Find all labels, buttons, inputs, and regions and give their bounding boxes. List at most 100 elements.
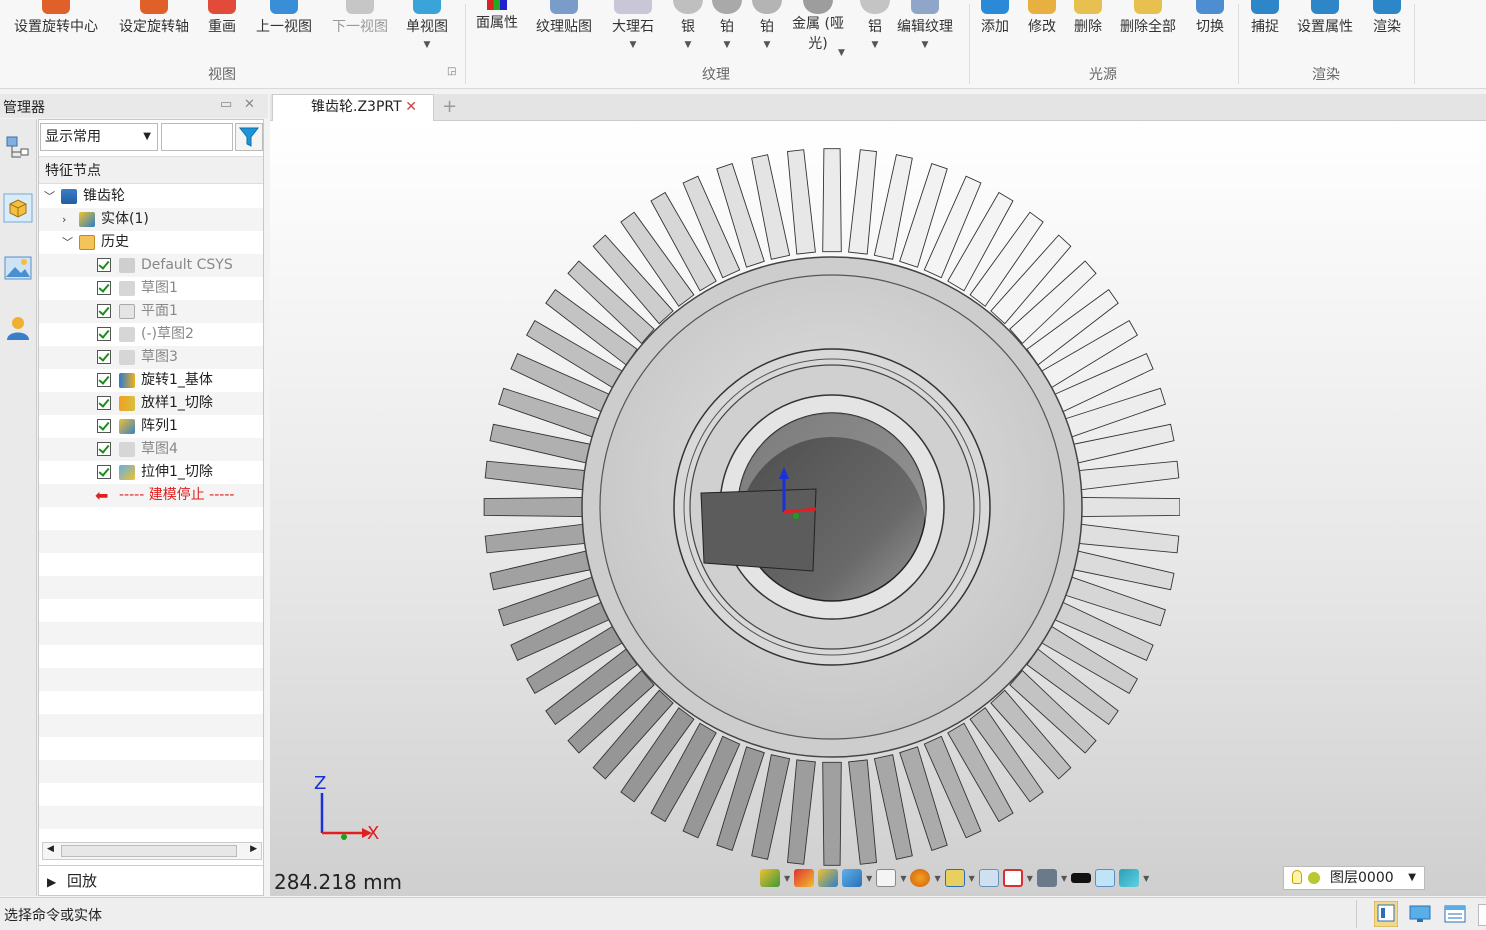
modeling-stop-marker[interactable]: ⬅ ----- 建模停止 ----- bbox=[39, 484, 263, 507]
delete-all-lights-button[interactable]: 删除全部 bbox=[1120, 0, 1176, 62]
visibility-checkbox[interactable] bbox=[97, 281, 111, 295]
scroll-right-icon[interactable]: ▶ bbox=[250, 844, 257, 854]
chevron-down-icon[interactable]: ▼ bbox=[838, 48, 845, 58]
scroll-left-icon[interactable]: ◀ bbox=[47, 844, 54, 854]
tree-node-extrude1-cut[interactable]: 拉伸1_切除 bbox=[39, 461, 263, 484]
layer-manager-icon[interactable] bbox=[1119, 869, 1140, 887]
bevel-gear-model[interactable] bbox=[480, 131, 1180, 871]
monitor-icon[interactable] bbox=[1409, 904, 1431, 924]
chevron-down-icon[interactable]: ▼ bbox=[900, 874, 906, 883]
3d-viewport[interactable]: Z X 284.218 mm ▼ ▼ ▼ ▼ ▼ ▼ ▼ ▼ 图层0000 ▼ bbox=[270, 121, 1486, 896]
scrollbar-thumb[interactable] bbox=[61, 845, 237, 857]
zoom-fit-icon[interactable] bbox=[944, 869, 965, 887]
chevron-down-icon[interactable]: ▼ bbox=[1061, 874, 1067, 883]
tree-node-default-csys[interactable]: Default CSYS bbox=[39, 254, 263, 277]
tree-node-solid[interactable]: › 实体(1) bbox=[39, 208, 263, 231]
window-layout-icon[interactable] bbox=[1444, 904, 1466, 924]
filter-button[interactable] bbox=[235, 123, 263, 151]
chevron-down-icon[interactable]: ▼ bbox=[424, 40, 431, 50]
filter-input[interactable] bbox=[161, 123, 233, 151]
tree-node-plane1[interactable]: 平面1 bbox=[39, 300, 263, 323]
chevron-down-icon[interactable]: ▼ bbox=[872, 40, 879, 50]
color-swatch-icon[interactable] bbox=[1095, 869, 1116, 887]
visibility-checkbox[interactable] bbox=[97, 350, 111, 364]
previous-view-button[interactable]: 上一视图 bbox=[256, 0, 312, 62]
background-color-icon[interactable] bbox=[1071, 873, 1092, 883]
chevron-down-icon[interactable]: ▼ bbox=[934, 874, 940, 883]
set-rotate-axis-button[interactable]: 设定旋转轴 bbox=[119, 0, 189, 62]
layer-select[interactable]: 图层0000 ▼ bbox=[1283, 866, 1425, 890]
filter-select[interactable]: 显示常用 ▼ bbox=[40, 123, 158, 151]
user-icon[interactable] bbox=[3, 313, 33, 343]
set-rotate-center-button[interactable]: 设置旋转中心 bbox=[14, 0, 98, 62]
tree-node-sketch2[interactable]: (-)草图2 bbox=[39, 323, 263, 346]
delete-light-button[interactable]: 删除 bbox=[1074, 0, 1102, 62]
tree-node-history[interactable]: ﹀ 历史 bbox=[39, 231, 263, 254]
redraw-button[interactable]: 重画 bbox=[208, 0, 236, 62]
chevron-right-icon[interactable]: › bbox=[62, 208, 66, 231]
marble-button[interactable]: 大理石 ▼ bbox=[612, 0, 654, 62]
visibility-checkbox[interactable] bbox=[97, 465, 111, 479]
section-icon[interactable] bbox=[1002, 869, 1023, 887]
toggle-light-button[interactable]: 切换 bbox=[1196, 0, 1224, 62]
history-tree-icon[interactable] bbox=[3, 133, 33, 163]
silver-button[interactable]: 银 ▼ bbox=[673, 0, 703, 62]
shaded-icon[interactable] bbox=[842, 869, 863, 887]
visibility-checkbox[interactable] bbox=[97, 373, 111, 387]
add-tab-icon[interactable]: + bbox=[442, 96, 457, 117]
chevron-down-icon[interactable]: ▼ bbox=[969, 874, 975, 883]
set-render-properties-button[interactable]: 设置属性 bbox=[1297, 0, 1353, 62]
chevron-down-icon[interactable]: ﹀ bbox=[44, 185, 55, 208]
next-view-button[interactable]: 下一视图 bbox=[332, 0, 388, 62]
chevron-down-icon[interactable]: ﹀ bbox=[62, 231, 73, 254]
visibility-checkbox[interactable] bbox=[97, 442, 111, 456]
chevron-down-icon[interactable]: ▼ bbox=[630, 40, 637, 50]
capture-button[interactable]: 捕捉 bbox=[1251, 0, 1279, 62]
chevron-down-icon[interactable]: ▼ bbox=[866, 874, 872, 883]
tree-node-bevel-gear[interactable]: ﹀ 锥齿轮 bbox=[39, 185, 263, 208]
template-icon[interactable] bbox=[1374, 901, 1398, 927]
tab-bevel-gear-part[interactable]: 锥齿轮.Z3PRT ✕ bbox=[272, 94, 434, 121]
edit-texture-button[interactable]: 编辑纹理 ▼ bbox=[897, 0, 953, 62]
close-icon[interactable]: ✕ bbox=[244, 97, 255, 112]
horizontal-scrollbar[interactable]: ◀ ▶ bbox=[42, 842, 262, 860]
chevron-down-icon[interactable]: ▼ bbox=[922, 40, 929, 50]
visibility-checkbox[interactable] bbox=[97, 396, 111, 410]
texture-map-button[interactable]: 纹理贴图 bbox=[536, 0, 592, 62]
visibility-checkbox[interactable] bbox=[97, 304, 111, 318]
pick-icon[interactable] bbox=[794, 869, 815, 887]
display-settings-icon[interactable] bbox=[1036, 869, 1057, 887]
visibility-checkbox[interactable] bbox=[97, 327, 111, 341]
replay-section[interactable]: ▶ 回放 bbox=[39, 865, 263, 895]
restore-icon[interactable]: ▭ bbox=[220, 97, 232, 112]
tree-node-pattern1[interactable]: 阵列1 bbox=[39, 415, 263, 438]
visibility-checkbox[interactable] bbox=[97, 419, 111, 433]
aluminum-button[interactable]: 铝 ▼ bbox=[860, 0, 890, 62]
face-properties-button[interactable]: 面属性 bbox=[476, 0, 518, 62]
close-icon[interactable]: ✕ bbox=[405, 95, 417, 119]
scene-icon[interactable] bbox=[3, 253, 33, 283]
tree-node-sketch3[interactable]: 草图3 bbox=[39, 346, 263, 369]
display-mode-icon[interactable] bbox=[818, 869, 839, 887]
add-light-button[interactable]: 添加 bbox=[981, 0, 1009, 62]
chevron-down-icon[interactable]: ▼ bbox=[724, 40, 731, 50]
platinum-button[interactable]: 铂 ▼ bbox=[752, 0, 782, 62]
tree-node-revolve1[interactable]: 旋转1_基体 bbox=[39, 369, 263, 392]
modify-light-button[interactable]: 修改 bbox=[1028, 0, 1056, 62]
chevron-down-icon[interactable]: ▼ bbox=[784, 874, 790, 883]
single-view-button[interactable]: 单视图 ▼ bbox=[406, 0, 448, 62]
tree-node-loft1-cut[interactable]: 放样1_切除 bbox=[39, 392, 263, 415]
part-view-icon[interactable] bbox=[3, 193, 33, 223]
tree-node-sketch4[interactable]: 草图4 bbox=[39, 438, 263, 461]
tree-node-sketch1[interactable]: 草图1 bbox=[39, 277, 263, 300]
orientation-icon[interactable] bbox=[910, 869, 931, 887]
chevron-down-icon[interactable]: ▼ bbox=[1027, 874, 1033, 883]
zoom-window-icon[interactable] bbox=[978, 869, 999, 887]
render-button[interactable]: 渲染 bbox=[1373, 0, 1401, 62]
platinum-button[interactable]: 铂 ▼ bbox=[712, 0, 742, 62]
dialog-launcher-icon[interactable]: ◲ bbox=[447, 66, 456, 77]
filter-selection-icon[interactable] bbox=[760, 869, 780, 887]
chevron-down-icon[interactable]: ▼ bbox=[1143, 874, 1149, 883]
visibility-checkbox[interactable] bbox=[97, 258, 111, 272]
chevron-down-icon[interactable]: ▼ bbox=[685, 40, 692, 50]
